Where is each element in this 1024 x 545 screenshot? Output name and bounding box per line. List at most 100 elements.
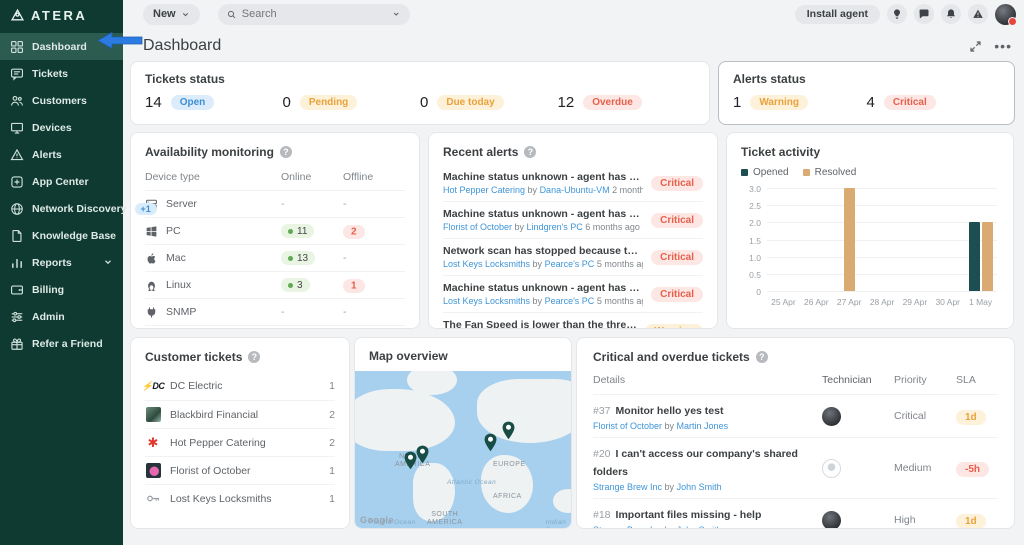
ticket-customer-link[interactable]: Strange Brew Inc [593, 525, 662, 529]
tickets-badge-open[interactable]: Open [171, 95, 215, 110]
customer-ticket-count: 2 [329, 409, 335, 421]
sla-badge: 1d [956, 514, 986, 529]
recent-alert-row[interactable]: Machine status unknown - agent has not e… [443, 275, 703, 312]
bar-resolved-27-apr[interactable] [844, 188, 855, 291]
technician-avatar[interactable] [822, 459, 841, 478]
recent-alert-row[interactable]: Machine status unknown - agent has not e… [443, 201, 703, 238]
bell-icon[interactable] [941, 4, 961, 24]
tickets-value-open: 14 [145, 94, 162, 111]
search-bar[interactable] [218, 4, 410, 25]
x-tick-label: 26 Apr [800, 297, 833, 307]
search-input[interactable] [242, 8, 387, 20]
alert-main: Machine status unknown - agent has not e… [443, 208, 643, 232]
customer-row-blackbird-financial[interactable]: Blackbird Financial2 [145, 400, 335, 428]
availability-row-generic[interactable]: Generic-- [145, 325, 405, 329]
alert-title: Machine status unknown - agent has not e… [443, 208, 643, 220]
ticket-requester-link[interactable]: John Smith [677, 525, 722, 529]
customer-row-hot-pepper-catering[interactable]: ✱Hot Pepper Catering2 [145, 428, 335, 456]
ticket-row-18[interactable]: #18Important files missing - helpStrange… [593, 498, 998, 529]
customer-row-lost-keys-locksmiths[interactable]: Lost Keys Locksmiths1 [145, 484, 335, 512]
help-icon[interactable]: ? [248, 351, 260, 363]
bar-resolved-1-may[interactable] [982, 222, 993, 291]
ticket-customer-link[interactable]: Florist of October [593, 421, 662, 431]
device-name: Linux [166, 279, 191, 291]
customer-row-florist-of-october[interactable]: Florist of October1 [145, 456, 335, 484]
customer-row-dc-electric[interactable]: ⚡DCDC Electric1 [145, 372, 335, 400]
more-options-icon[interactable]: ••• [994, 42, 1012, 50]
map-pin-icon[interactable] [501, 421, 516, 440]
map-canvas[interactable]: NORTHAMERICAEUROPEAFRICASOUTHAMERICAAtla… [355, 371, 571, 528]
alert-customer-link[interactable]: Lost Keys Locksmiths [443, 259, 530, 269]
install-agent-button[interactable]: Install agent [795, 5, 880, 24]
recent-alert-row[interactable]: The Fan Speed is lower than the threshol… [443, 312, 703, 329]
sidebar-item-knowledge-base[interactable]: Knowledge Base [0, 222, 123, 249]
sidebar-item-app-center[interactable]: App Center [0, 168, 123, 195]
warning-icon[interactable] [968, 4, 988, 24]
ticket-row-20[interactable]: #20I can't access our company's shared f… [593, 437, 998, 498]
alert-device-link[interactable]: Lindgren's PC [527, 222, 583, 232]
expand-icon[interactable] [969, 40, 982, 53]
chat-icon[interactable] [914, 4, 934, 24]
chart-bars [767, 188, 997, 291]
availability-row-linux[interactable]: Linux31 [145, 271, 405, 298]
help-icon[interactable]: ? [756, 351, 768, 363]
chart-slot-27-apr [833, 188, 866, 291]
severity-badge: Warning [645, 324, 703, 330]
alerts-badge-warning[interactable]: Warning [750, 95, 808, 110]
lightbulb-icon[interactable] [887, 4, 907, 24]
chart-slot-25-apr [767, 188, 800, 291]
bar-opened-1-may[interactable] [969, 222, 980, 291]
map-pin-icon[interactable] [483, 433, 498, 452]
availability-row-pc[interactable]: PC112 [145, 217, 405, 244]
alert-customer-link[interactable]: Florist of October [443, 222, 512, 232]
map-attribution: Google [360, 515, 394, 525]
atera-logo[interactable]: ATERA [0, 0, 123, 33]
priority-cell: High [894, 514, 956, 526]
sidebar-item-label: App Center [32, 176, 89, 188]
offline-cell: 1 [343, 279, 405, 291]
map-pin-icon[interactable] [415, 445, 430, 464]
sla-cell: 1d [956, 407, 998, 425]
sidebar-item-admin[interactable]: Admin [0, 303, 123, 330]
alert-device-link[interactable]: Dana-Ubuntu-VM [540, 185, 610, 195]
tickets-badge-due-today[interactable]: Due today [437, 95, 503, 110]
technician-avatar[interactable] [822, 407, 841, 426]
ticket-customer-link[interactable]: Strange Brew Inc [593, 482, 662, 492]
technician-cell [822, 407, 894, 426]
ticket-requester-link[interactable]: John Smith [677, 482, 722, 492]
sidebar-item-network-discovery[interactable]: Network Discovery+1 [0, 195, 123, 222]
alert-customer-link[interactable]: Lost Keys Locksmiths [443, 296, 530, 306]
alert-device-link[interactable]: Pearce's PC [545, 259, 595, 269]
critical-tickets-title: Critical and overdue tickets [593, 350, 750, 364]
sidebar-item-customers[interactable]: Customers [0, 87, 123, 114]
sidebar-item-reports[interactable]: Reports [0, 249, 123, 276]
customer-tickets-card: Customer tickets ? ⚡DCDC Electric1Blackb… [130, 337, 350, 529]
tickets-badge-pending[interactable]: Pending [300, 95, 357, 110]
new-button[interactable]: New [143, 4, 200, 25]
technician-avatar[interactable] [822, 511, 841, 530]
recent-alert-row[interactable]: Machine status unknown - agent has not e… [443, 165, 703, 201]
search-scope-chevron-icon[interactable] [392, 9, 400, 19]
availability-row-snmp[interactable]: SNMP-- [145, 298, 405, 325]
user-avatar[interactable] [995, 4, 1016, 25]
col-device-type: Device type [145, 171, 281, 183]
refer-icon [10, 337, 24, 351]
alerts-badge-critical[interactable]: Critical [884, 95, 936, 110]
help-icon[interactable]: ? [524, 146, 536, 158]
alert-device-link[interactable]: Pearce's PC [545, 296, 595, 306]
customer-tickets-rows: ⚡DCDC Electric1Blackbird Financial2✱Hot … [145, 372, 335, 512]
alert-customer-link[interactable]: Hot Pepper Catering [443, 185, 525, 195]
tickets-badge-overdue[interactable]: Overdue [583, 95, 642, 110]
ticket-requester-link[interactable]: Martin Jones [677, 421, 729, 431]
availability-row-server[interactable]: Server-- [145, 190, 405, 217]
help-icon[interactable]: ? [280, 146, 292, 158]
sidebar-item-tickets[interactable]: Tickets [0, 60, 123, 87]
ticket-row-37[interactable]: #37Monitor hello yes testFlorist of Octo… [593, 394, 998, 437]
recent-alert-row[interactable]: Network scan has stopped because the sca… [443, 238, 703, 275]
sidebar-item-alerts[interactable]: Alerts [0, 141, 123, 168]
availability-row-mac[interactable]: Mac13- [145, 244, 405, 271]
sidebar-item-refer-a-friend[interactable]: Refer a Friend [0, 330, 123, 357]
alert-title: Machine status unknown - agent has not e… [443, 171, 643, 183]
sidebar-item-devices[interactable]: Devices [0, 114, 123, 141]
sidebar-item-billing[interactable]: Billing [0, 276, 123, 303]
